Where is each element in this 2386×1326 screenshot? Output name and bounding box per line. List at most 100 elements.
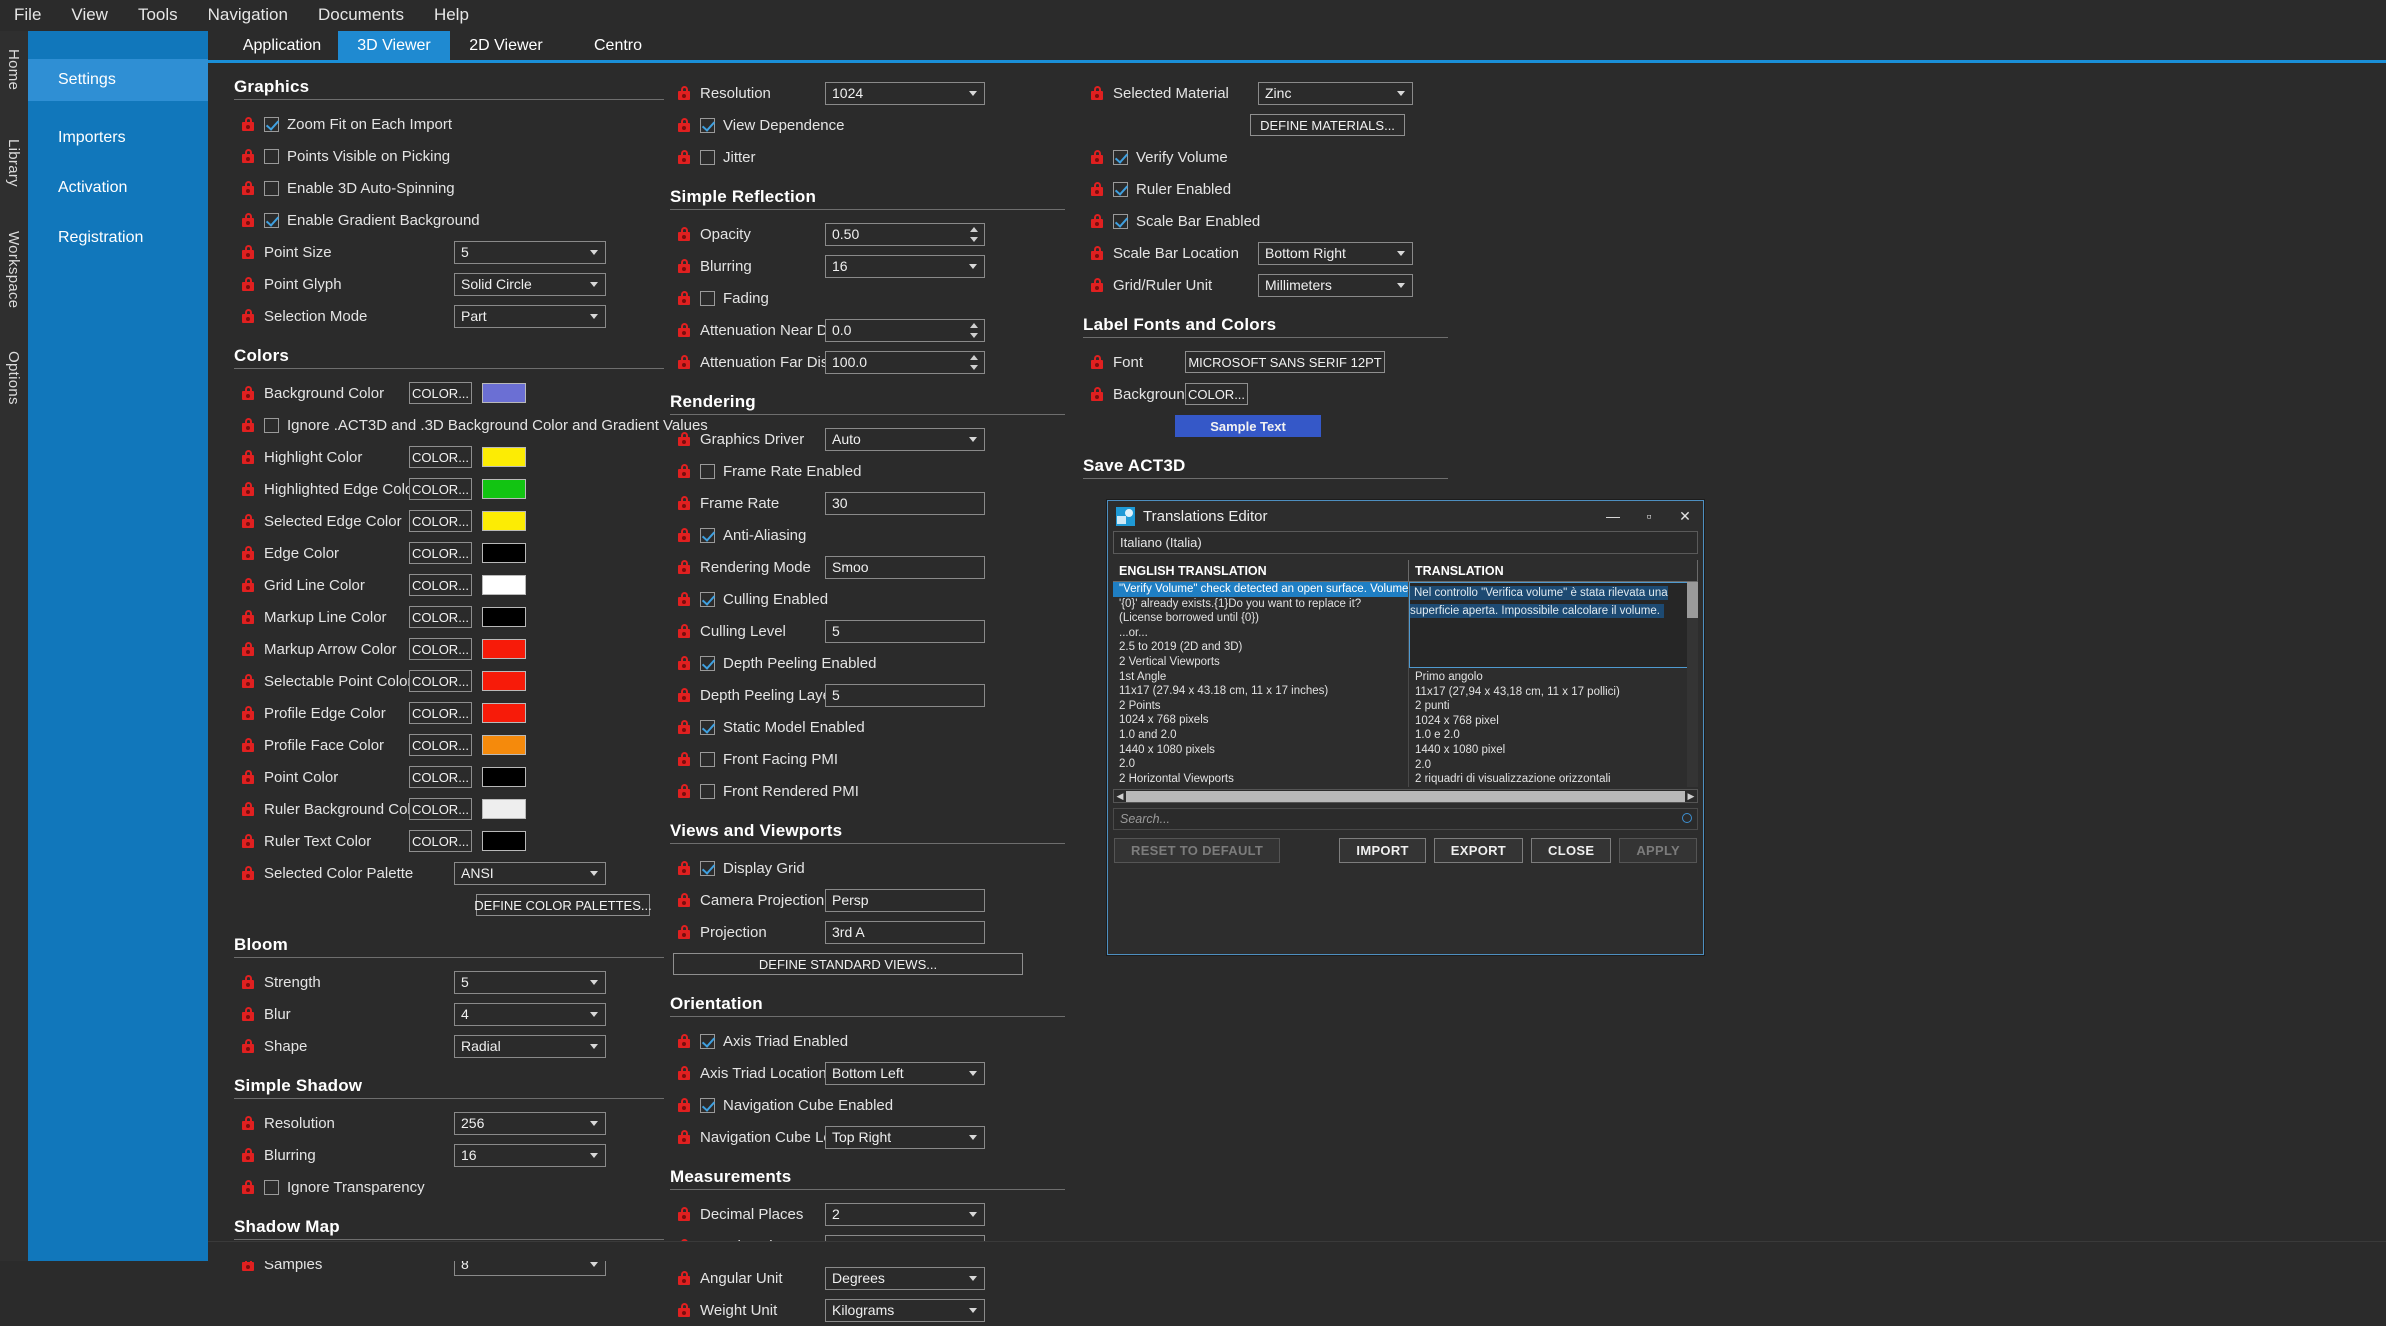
apply-button[interactable]: APPLY bbox=[1619, 838, 1697, 863]
color-row[interactable]: Point ColorCOLOR... bbox=[234, 761, 664, 793]
dropdown-selected-material[interactable]: Zinc bbox=[1258, 82, 1413, 105]
dropdown-point-size[interactable]: 5 bbox=[454, 241, 606, 264]
stepper-arrows-icon[interactable] bbox=[970, 354, 979, 372]
color-swatch[interactable] bbox=[482, 735, 526, 755]
dropdown-axis-triad-location[interactable]: Bottom Left bbox=[825, 1062, 985, 1085]
vertical-scrollbar[interactable] bbox=[1687, 582, 1698, 787]
english-translation-row[interactable]: '{0}' already exists.{1}Do you want to r… bbox=[1113, 597, 1408, 612]
checkbox-verify-volume[interactable] bbox=[1113, 150, 1128, 165]
setting-row-culling-enabled[interactable]: Culling Enabled bbox=[670, 583, 1065, 615]
dropdown-language[interactable]: Italiano (Italia) bbox=[1113, 531, 1698, 554]
search-input[interactable]: Search... bbox=[1113, 808, 1698, 830]
translation-row[interactable]: 1.0 e 2.0 bbox=[1409, 728, 1698, 743]
color-button[interactable]: COLOR... bbox=[409, 382, 472, 404]
translation-column[interactable]: Nel controllo "Verifica volume" è stata … bbox=[1409, 582, 1698, 787]
setting-row-shadow-blurring[interactable]: Blurring 16 bbox=[234, 1139, 664, 1171]
setting-row-attenuation-far[interactable]: Attenuation Far Distance 100.0 bbox=[670, 346, 1065, 378]
spinner-attenuation-far[interactable]: 100.0 bbox=[825, 351, 985, 374]
checkbox-ignore-act3d[interactable] bbox=[264, 418, 279, 433]
setting-row-ignore-transparency[interactable]: Ignore Transparency bbox=[234, 1171, 664, 1203]
reset-to-default-button[interactable]: RESET TO DEFAULT bbox=[1114, 838, 1280, 863]
scrollbar-thumb[interactable] bbox=[1126, 791, 1685, 802]
setting-row-opacity[interactable]: Opacity 0.50 bbox=[670, 218, 1065, 250]
checkbox-display-grid[interactable] bbox=[700, 861, 715, 876]
color-button[interactable]: COLOR... bbox=[409, 446, 472, 468]
setting-row-camera-projection[interactable]: Camera Projection Persp bbox=[670, 884, 1065, 916]
setting-row-point-size[interactable]: Point Size 5 bbox=[234, 236, 664, 268]
dropdown-projection[interactable]: 3rd A bbox=[825, 921, 985, 944]
dropdown-shadow-blurring[interactable]: 16 bbox=[454, 1144, 606, 1167]
setting-row-frame-rate-enabled[interactable]: Frame Rate Enabled bbox=[670, 455, 1065, 487]
english-translation-row[interactable]: 2 Vertical Viewports bbox=[1113, 655, 1408, 670]
dropdown-camera-projection[interactable]: Persp bbox=[825, 889, 985, 912]
setting-row-depth-peeling-layers[interactable]: Depth Peeling Layers 5 bbox=[670, 679, 1065, 711]
menu-view[interactable]: View bbox=[71, 5, 108, 25]
dropdown-shadow-resolution[interactable]: 256 bbox=[454, 1112, 606, 1135]
color-button[interactable]: COLOR... bbox=[409, 734, 472, 756]
checkbox-static-model-enabled[interactable] bbox=[700, 720, 715, 735]
stepper-arrows-icon[interactable] bbox=[970, 226, 979, 244]
color-button[interactable]: COLOR... bbox=[409, 798, 472, 820]
color-row[interactable]: Ruler Background ColorCOLOR... bbox=[234, 793, 664, 825]
stepper-arrows-icon[interactable] bbox=[970, 322, 979, 340]
checkbox-zoom-fit[interactable] bbox=[264, 117, 279, 132]
minimize-icon[interactable]: — bbox=[1595, 501, 1631, 531]
rail-tab-home[interactable]: Home bbox=[0, 39, 27, 100]
setting-row-points-visible[interactable]: Points Visible on Picking bbox=[234, 140, 664, 172]
menu-navigation[interactable]: Navigation bbox=[208, 5, 288, 25]
checkbox-gradient-background[interactable] bbox=[264, 213, 279, 228]
setting-row-anti-aliasing[interactable]: Anti-Aliasing bbox=[670, 519, 1065, 551]
english-translation-row[interactable]: (License borrowed until {0}) bbox=[1113, 611, 1408, 626]
checkbox-auto-spinning[interactable] bbox=[264, 181, 279, 196]
setting-row-decimal-places[interactable]: Decimal Places 2 bbox=[670, 1198, 1065, 1230]
checkbox-points-visible[interactable] bbox=[264, 149, 279, 164]
translation-row[interactable]: 1440 x 1080 pixel bbox=[1409, 743, 1698, 758]
spinner-culling-level[interactable]: 5 bbox=[825, 620, 985, 643]
tab-3d-viewer[interactable]: 3D Viewer bbox=[338, 31, 450, 60]
setting-row-front-facing-pmi[interactable]: Front Facing PMI bbox=[670, 743, 1065, 775]
setting-row-graphics-driver[interactable]: Graphics Driver Auto bbox=[670, 423, 1065, 455]
checkbox-frame-rate-enabled[interactable] bbox=[700, 464, 715, 479]
color-row[interactable]: Selectable Point ColorCOLOR... bbox=[234, 665, 664, 697]
color-button[interactable]: COLOR... bbox=[409, 510, 472, 532]
setting-row-angular-unit[interactable]: Angular Unit Degrees bbox=[670, 1262, 1065, 1294]
setting-row-static-model-enabled[interactable]: Static Model Enabled bbox=[670, 711, 1065, 743]
setting-row-grid-ruler-unit[interactable]: Grid/Ruler Unit Millimeters bbox=[1083, 269, 1483, 301]
translation-row[interactable]: 2 punti bbox=[1409, 699, 1698, 714]
english-translation-row[interactable]: 1024 x 768 pixels bbox=[1113, 713, 1408, 728]
setting-row-bloom-shape[interactable]: Shape Radial bbox=[234, 1030, 664, 1062]
tab-2d-viewer[interactable]: 2D Viewer bbox=[450, 31, 562, 60]
dropdown-angular-unit[interactable]: Degrees bbox=[825, 1267, 985, 1290]
setting-row-scale-bar-location[interactable]: Scale Bar Location Bottom Right bbox=[1083, 237, 1483, 269]
dropdown-graphics-driver[interactable]: Auto bbox=[825, 428, 985, 451]
translation-row[interactable]: 1024 x 768 pixel bbox=[1409, 714, 1698, 729]
dropdown-nav-cube-location[interactable]: Top Right bbox=[825, 1126, 985, 1149]
setting-row-fading[interactable]: Fading bbox=[670, 282, 1065, 314]
color-row[interactable]: Selected Edge ColorCOLOR... bbox=[234, 505, 664, 537]
translation-row[interactable]: 2 riquadri di visualizzazione orizzontal… bbox=[1409, 772, 1698, 787]
setting-row-scale-bar-enabled[interactable]: Scale Bar Enabled bbox=[1083, 205, 1483, 237]
setting-row-selection-mode[interactable]: Selection Mode Part bbox=[234, 300, 664, 332]
setting-row-shadow-resolution[interactable]: Resolution 256 bbox=[234, 1107, 664, 1139]
dialog-title-bar[interactable]: Translations Editor — ▫ ✕ bbox=[1108, 501, 1703, 531]
spinner-opacity[interactable]: 0.50 bbox=[825, 223, 985, 246]
color-swatch[interactable] bbox=[482, 383, 526, 403]
checkbox-anti-aliasing[interactable] bbox=[700, 528, 715, 543]
setting-row-gradient-background[interactable]: Enable Gradient Background bbox=[234, 204, 664, 236]
english-translation-row[interactable]: 1st Angle bbox=[1113, 670, 1408, 685]
font-picker-button[interactable]: MICROSOFT SANS SERIF 12PT bbox=[1185, 351, 1385, 373]
checkbox-jitter[interactable] bbox=[700, 150, 715, 165]
dropdown-scale-bar-location[interactable]: Bottom Right bbox=[1258, 242, 1413, 265]
dropdown-grid-ruler-unit[interactable]: Millimeters bbox=[1258, 274, 1413, 297]
setting-row-nav-cube-location[interactable]: Navigation Cube Location Top Right bbox=[670, 1121, 1065, 1153]
setting-row-frame-rate[interactable]: Frame Rate 30 bbox=[670, 487, 1065, 519]
color-swatch[interactable] bbox=[482, 511, 526, 531]
search-icon[interactable] bbox=[1682, 813, 1692, 823]
define-standard-views-button[interactable]: DEFINE STANDARD VIEWS... bbox=[673, 953, 1023, 975]
english-translation-row[interactable]: 1440 x 1080 pixels bbox=[1113, 743, 1408, 758]
checkbox-front-facing-pmi[interactable] bbox=[700, 752, 715, 767]
setting-row-resolution[interactable]: Resolution 1024 bbox=[670, 77, 1065, 109]
dropdown-bloom-shape[interactable]: Radial bbox=[454, 1035, 606, 1058]
dropdown-selected-palette[interactable]: ANSI bbox=[454, 862, 606, 885]
checkbox-ignore-transparency[interactable] bbox=[264, 1180, 279, 1195]
